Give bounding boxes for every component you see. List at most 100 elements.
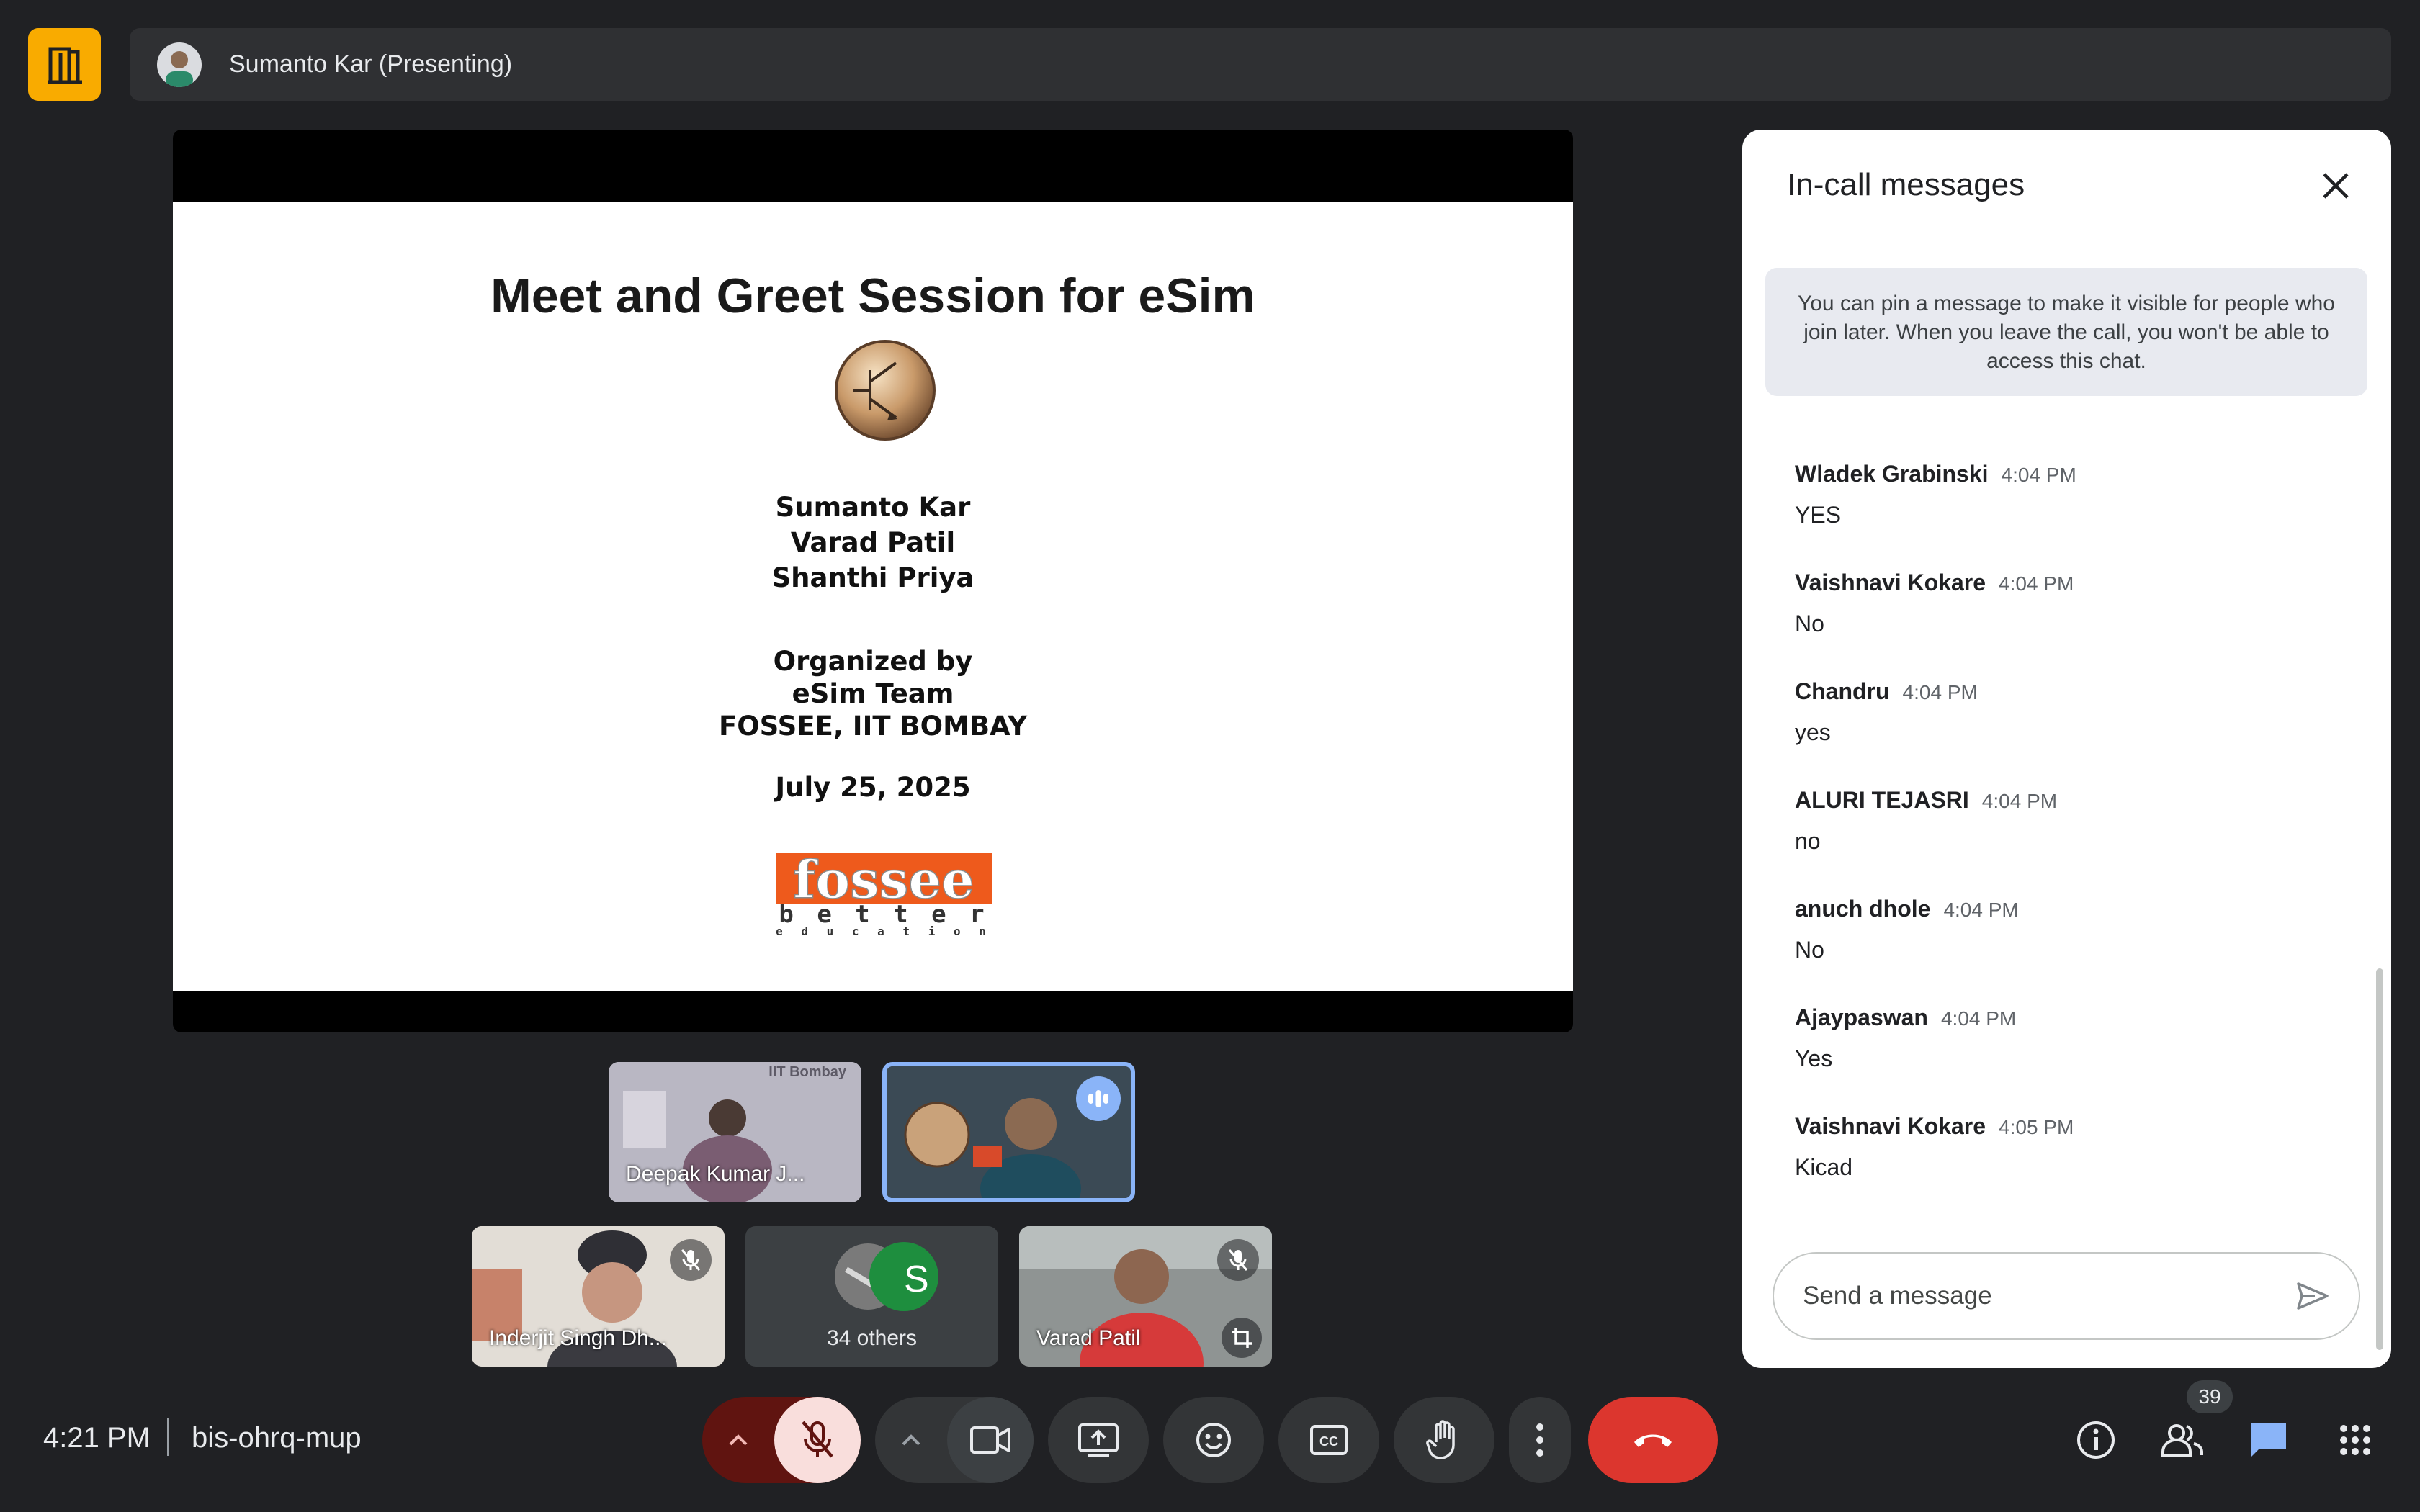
message-time: 4:04 PM (1981, 790, 2058, 812)
message-time: 4:05 PM (1999, 1116, 2074, 1138)
message-sender: Chandru (1795, 678, 1890, 704)
close-icon (2323, 173, 2349, 199)
presenter-bar[interactable]: Sumanto Kar (Presenting) (130, 28, 2391, 101)
avatar (157, 42, 202, 87)
people-icon (2161, 1424, 2203, 1457)
hand-icon (1426, 1420, 1455, 1459)
participant-name: Varad Patil (1036, 1326, 1141, 1350)
chat-message: Vaishnavi Kokare 4:04 PM No (1795, 570, 2342, 678)
mic-off-icon (802, 1421, 833, 1458)
esim-logo (835, 340, 936, 441)
message-text: Yes (1795, 1045, 1833, 1071)
speaking-icon (1076, 1076, 1121, 1121)
organizer-line: Organized by (773, 646, 973, 677)
message-list: Wladek Grabinski 4:04 PM YES Vaishnavi Ko… (1795, 461, 2342, 1222)
message-sender: anuch dhole (1795, 896, 1931, 922)
presentation-screen[interactable]: Meet and Greet Session for eSim Sumanto … (173, 130, 1573, 1032)
participant-name: Inderjit Singh Dh... (489, 1326, 667, 1350)
activities-button[interactable] (2326, 1411, 2384, 1469)
svg-text:e d u c a t i o n: e d u c a t i o n (776, 924, 992, 936)
message-text: YES (1795, 502, 1842, 528)
chat-title: In-call messages (1787, 167, 2025, 202)
reactions-button[interactable] (1163, 1397, 1264, 1483)
svg-text:CC: CC (1319, 1434, 1338, 1449)
send-icon (2297, 1282, 2329, 1310)
slide-title: Meet and Greet Session for eSim (490, 269, 1255, 323)
message-composer (1773, 1252, 2360, 1340)
chat-message: Wladek Grabinski 4:04 PM YES (1795, 461, 2342, 570)
meeting-code: bis-ohrq-mup (192, 1422, 362, 1454)
captions-icon: CC (1310, 1425, 1348, 1455)
slide-presenters: Sumanto Kar Varad Patil Shanthi Priya (173, 490, 1573, 595)
chat-scrollbar[interactable] (2376, 968, 2383, 1350)
crop-icon (1232, 1328, 1252, 1348)
chat-panel: In-call messages You can pin a message t… (1742, 130, 2391, 1368)
more-options-button[interactable] (1509, 1397, 1571, 1483)
participant-tile[interactable]: Varad Patil (1019, 1226, 1272, 1367)
chat-message: Chandru 4:04 PM yes (1795, 678, 2342, 787)
raise-hand-button[interactable] (1394, 1397, 1494, 1483)
message-time: 4:04 PM (1902, 681, 1978, 703)
message-input[interactable] (1801, 1281, 2265, 1311)
participant-name: Deepak Kumar J... (626, 1162, 805, 1186)
more-vert-icon (1536, 1423, 1543, 1457)
message-sender: ALURI TEJASRI (1795, 787, 1969, 813)
chat-message: anuch dhole 4:04 PM No (1795, 896, 2342, 1004)
message-text: yes (1795, 719, 1831, 745)
leave-call-button[interactable] (1588, 1397, 1718, 1483)
divider (167, 1418, 169, 1456)
camera-control (875, 1397, 1034, 1483)
message-text: Kicad (1795, 1154, 1853, 1180)
chat-message: ALURI TEJASRI 4:04 PM no (1795, 787, 2342, 896)
apps-icon (2340, 1425, 2370, 1455)
mic-off-icon (1228, 1249, 1248, 1271)
muted-indicator (1217, 1239, 1259, 1281)
audio-options-button[interactable] (702, 1397, 774, 1483)
chat-icon (2251, 1423, 2286, 1457)
chevron-up-icon (902, 1434, 920, 1446)
participant-tile[interactable]: Inderjit Singh Dh... (472, 1226, 725, 1367)
message-text: No (1795, 611, 1824, 636)
others-tile[interactable]: S 34 others (745, 1226, 998, 1367)
meet-logo[interactable] (28, 28, 101, 101)
others-count: 34 others (826, 1326, 918, 1350)
presenter-line: Shanthi Priya (771, 562, 974, 593)
slide: Meet and Greet Session for eSim Sumanto … (173, 202, 1573, 991)
svg-text:IIT Bombay: IIT Bombay (768, 1064, 847, 1080)
message-time: 4:04 PM (1940, 1007, 2017, 1030)
fossee-logo: fossee b e t t e r e d u c a t i o n (776, 853, 992, 936)
presenter-name: Sumanto Kar (Presenting) (229, 50, 513, 78)
chat-message: Ajaypaswan 4:04 PM Yes (1795, 1004, 2342, 1113)
message-time: 4:04 PM (2001, 464, 2076, 486)
presenter-line: Varad Patil (790, 527, 956, 558)
chat-message: Vaishnavi Kokare 4:05 PM Kicad (1795, 1113, 2342, 1222)
presenter-line: Sumanto Kar (775, 492, 971, 523)
present-button[interactable] (1048, 1397, 1149, 1483)
send-button[interactable] (2291, 1274, 2334, 1318)
emoji-icon (1196, 1423, 1231, 1457)
captions-button[interactable]: CC (1278, 1397, 1379, 1483)
chat-button[interactable] (2240, 1411, 2298, 1469)
crop-button[interactable] (1222, 1318, 1262, 1358)
camera-toggle-button[interactable] (947, 1397, 1034, 1483)
mic-off-icon (681, 1249, 701, 1271)
chat-notice: You can pin a message to make it visible… (1765, 268, 2367, 396)
people-button[interactable] (2154, 1411, 2211, 1469)
message-text: no (1795, 828, 1821, 854)
message-time: 4:04 PM (1943, 899, 2019, 921)
current-time: 4:21 PM (43, 1422, 151, 1454)
camera-icon (970, 1426, 1010, 1454)
slide-organizer: Organized by eSim Team FOSSEE, IIT BOMBA… (173, 645, 1573, 742)
microphone-control (702, 1397, 861, 1483)
message-sender: Wladek Grabinski (1795, 461, 1989, 487)
organizer-line: FOSSEE, IIT BOMBAY (718, 711, 1028, 742)
participant-tile-speaking[interactable] (882, 1062, 1135, 1202)
slide-date: July 25, 2025 (775, 772, 971, 803)
message-sender: Vaishnavi Kokare (1795, 1113, 1986, 1139)
video-options-button[interactable] (875, 1397, 947, 1483)
close-chat-button[interactable] (2313, 163, 2359, 209)
present-icon (1078, 1423, 1119, 1457)
meeting-details-button[interactable] (2067, 1411, 2125, 1469)
mic-toggle-button[interactable] (774, 1397, 861, 1483)
participant-tile[interactable]: IIT Bombay Deepak Kumar J... (609, 1062, 861, 1202)
